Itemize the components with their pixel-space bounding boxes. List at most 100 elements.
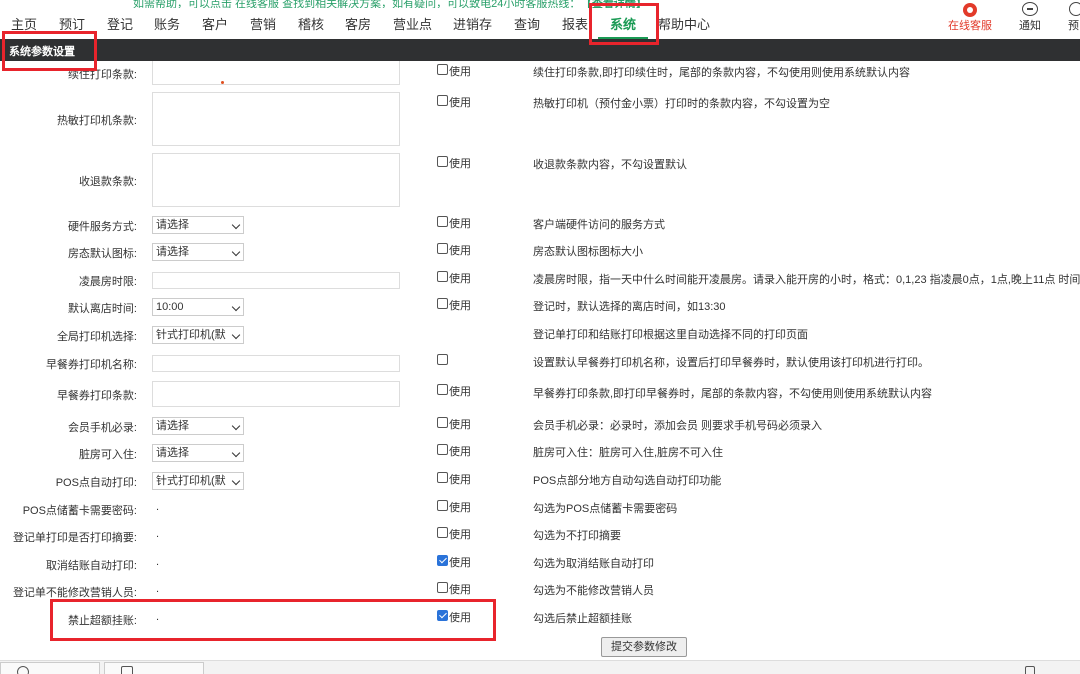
use-checkbox[interactable] xyxy=(437,527,448,538)
use-checkbox-label: 使用 xyxy=(449,273,471,285)
nav-item-inventory[interactable]: 进销存 xyxy=(453,14,492,33)
chevron-down-icon xyxy=(231,448,241,458)
setting-description: 房态默认图标图标大小 xyxy=(533,246,643,258)
preview-icon[interactable] xyxy=(1069,2,1080,16)
setting-text-input[interactable] xyxy=(152,355,400,372)
use-checkbox[interactable] xyxy=(437,472,448,483)
annotation-box-title xyxy=(2,31,97,71)
nav-item-marketing[interactable]: 营销 xyxy=(250,14,276,33)
setting-textarea[interactable] xyxy=(152,92,400,146)
setting-select-value: 请选择 xyxy=(156,447,189,459)
setting-select[interactable]: 请选择 xyxy=(152,444,244,462)
setting-label: 凌晨房时限: xyxy=(78,276,137,288)
setting-select-value: 请选择 xyxy=(156,246,189,258)
preview-link[interactable]: 预 xyxy=(1068,17,1079,33)
bottom-status-icon xyxy=(1025,666,1035,674)
setting-description: 勾选为不打印摘要 xyxy=(533,530,621,542)
use-checkbox-label: 使用 xyxy=(449,529,471,541)
bottom-tab-1-icon xyxy=(17,666,29,674)
setting-description: 热敏打印机（预付金小票）打印时的条款内容，不勾设置为空 xyxy=(533,98,830,110)
setting-description: 凌晨房时限，指一天中什么时间能开凌晨房。请录入能开房的小时，格式：0,1,23 … xyxy=(533,274,1080,286)
nav-item-rooms[interactable]: 客房 xyxy=(345,14,371,33)
use-checkbox[interactable] xyxy=(437,271,448,282)
setting-select[interactable]: 请选择 xyxy=(152,243,244,261)
chevron-down-icon xyxy=(231,220,241,230)
setting-select[interactable]: 10:00 xyxy=(152,298,244,316)
main-nav: 主页 预订 登记 账务 客户 营销 稽核 客房 营业点 进销存 查询 报表 系统… xyxy=(0,2,1080,39)
setting-select[interactable]: 请选择 xyxy=(152,417,244,435)
setting-label: 登记单打印是否打印摘要: xyxy=(12,532,137,544)
bottom-tab-1[interactable] xyxy=(0,662,100,674)
use-checkbox-label: 使用 xyxy=(449,584,471,596)
setting-select-value: 请选择 xyxy=(156,219,189,231)
setting-description: 脏房可入住：脏房可入住,脏房不可入住 xyxy=(533,447,724,459)
chevron-down-icon xyxy=(231,302,241,312)
use-checkbox[interactable] xyxy=(437,384,448,395)
use-checkbox[interactable] xyxy=(437,555,448,566)
setting-select[interactable]: 针式打印机(默 xyxy=(152,472,244,490)
setting-text-input[interactable] xyxy=(152,272,400,289)
setting-select-value: 10:00 xyxy=(156,301,184,313)
use-checkbox[interactable] xyxy=(437,444,448,455)
setting-label: 早餐券打印机名称: xyxy=(45,359,137,371)
nav-item-audit[interactable]: 稽核 xyxy=(298,14,324,33)
nav-item-accounts[interactable]: 账务 xyxy=(154,14,180,33)
setting-select[interactable]: 针式打印机(默 xyxy=(152,326,244,344)
setting-label: 硬件服务方式: xyxy=(67,221,137,233)
use-checkbox[interactable] xyxy=(437,216,448,227)
submit-settings-button[interactable]: 提交参数修改 xyxy=(601,637,687,657)
use-checkbox-label: 使用 xyxy=(449,419,471,431)
setting-description: 收退款条款内容，不勾设置默认 xyxy=(533,159,687,171)
setting-description: POS点部分地方自动勾选自动打印功能 xyxy=(533,475,722,487)
notification-icon[interactable] xyxy=(1022,2,1038,16)
use-checkbox-label: 使用 xyxy=(449,300,471,312)
chevron-down-icon xyxy=(231,421,241,431)
bottom-tab-2[interactable] xyxy=(104,662,204,674)
annotation-box-overlimit-row xyxy=(50,599,496,641)
use-checkbox-label: 使用 xyxy=(449,245,471,257)
use-checkbox-label: 使用 xyxy=(449,158,471,170)
setting-textarea[interactable] xyxy=(152,61,400,85)
setting-textarea[interactable] xyxy=(152,153,400,207)
use-checkbox[interactable] xyxy=(437,156,448,167)
setting-description: 续住打印条款,即打印续住时，尾部的条款内容，不勾使用则使用系统默认内容 xyxy=(533,67,911,79)
setting-description: 会员手机必录：必录时，添加会员 则要求手机号码必须录入 xyxy=(533,420,823,432)
cursor-mark xyxy=(221,81,224,84)
use-checkbox[interactable] xyxy=(437,582,448,593)
use-checkbox[interactable] xyxy=(437,354,448,365)
setting-select[interactable]: 请选择 xyxy=(152,216,244,234)
setting-label: 取消结账自动打印: xyxy=(45,560,137,572)
setting-label: 会员手机必录: xyxy=(67,422,137,434)
use-checkbox-label: 使用 xyxy=(449,97,471,109)
setting-description: 登记单打印和结账打印根据这里自动选择不同的打印页面 xyxy=(533,329,808,341)
setting-label: 热敏打印机条款: xyxy=(56,115,137,127)
setting-description: 早餐券打印条款,即打印早餐券时，尾部的条款内容，不勾使用则使用系统默认内容 xyxy=(533,388,933,400)
use-checkbox[interactable] xyxy=(437,243,448,254)
setting-text-input[interactable] xyxy=(152,381,400,407)
use-checkbox-label: 使用 xyxy=(449,218,471,230)
use-checkbox[interactable] xyxy=(437,500,448,511)
setting-label: 收退款条款: xyxy=(78,176,137,188)
nav-item-help-center[interactable]: 帮助中心 xyxy=(658,14,710,33)
nav-item-outlets[interactable]: 营业点 xyxy=(393,14,432,33)
online-service-icon[interactable] xyxy=(963,3,977,17)
nav-item-checkin[interactable]: 登记 xyxy=(107,14,133,33)
notification-link[interactable]: 通知 xyxy=(1019,17,1041,33)
chevron-down-icon xyxy=(231,330,241,340)
use-checkbox-label: 使用 xyxy=(449,557,471,569)
bottom-tab-2-icon xyxy=(121,666,133,674)
chevron-down-icon xyxy=(231,476,241,486)
use-checkbox[interactable] xyxy=(437,64,448,75)
setting-select-value: 针式打印机(默 xyxy=(156,329,226,341)
nav-item-query[interactable]: 查询 xyxy=(514,14,540,33)
use-checkbox[interactable] xyxy=(437,95,448,106)
setting-label: 全局打印机选择: xyxy=(56,331,137,343)
nav-item-reports[interactable]: 报表 xyxy=(562,14,588,33)
online-service-link[interactable]: 在线客服 xyxy=(948,17,992,33)
nav-item-customers[interactable]: 客户 xyxy=(202,14,228,33)
use-checkbox-label: 使用 xyxy=(449,386,471,398)
setting-description: 登记时，默认选择的离店时间，如13:30 xyxy=(533,301,726,313)
use-checkbox-label: 使用 xyxy=(449,474,471,486)
use-checkbox[interactable] xyxy=(437,298,448,309)
use-checkbox[interactable] xyxy=(437,417,448,428)
